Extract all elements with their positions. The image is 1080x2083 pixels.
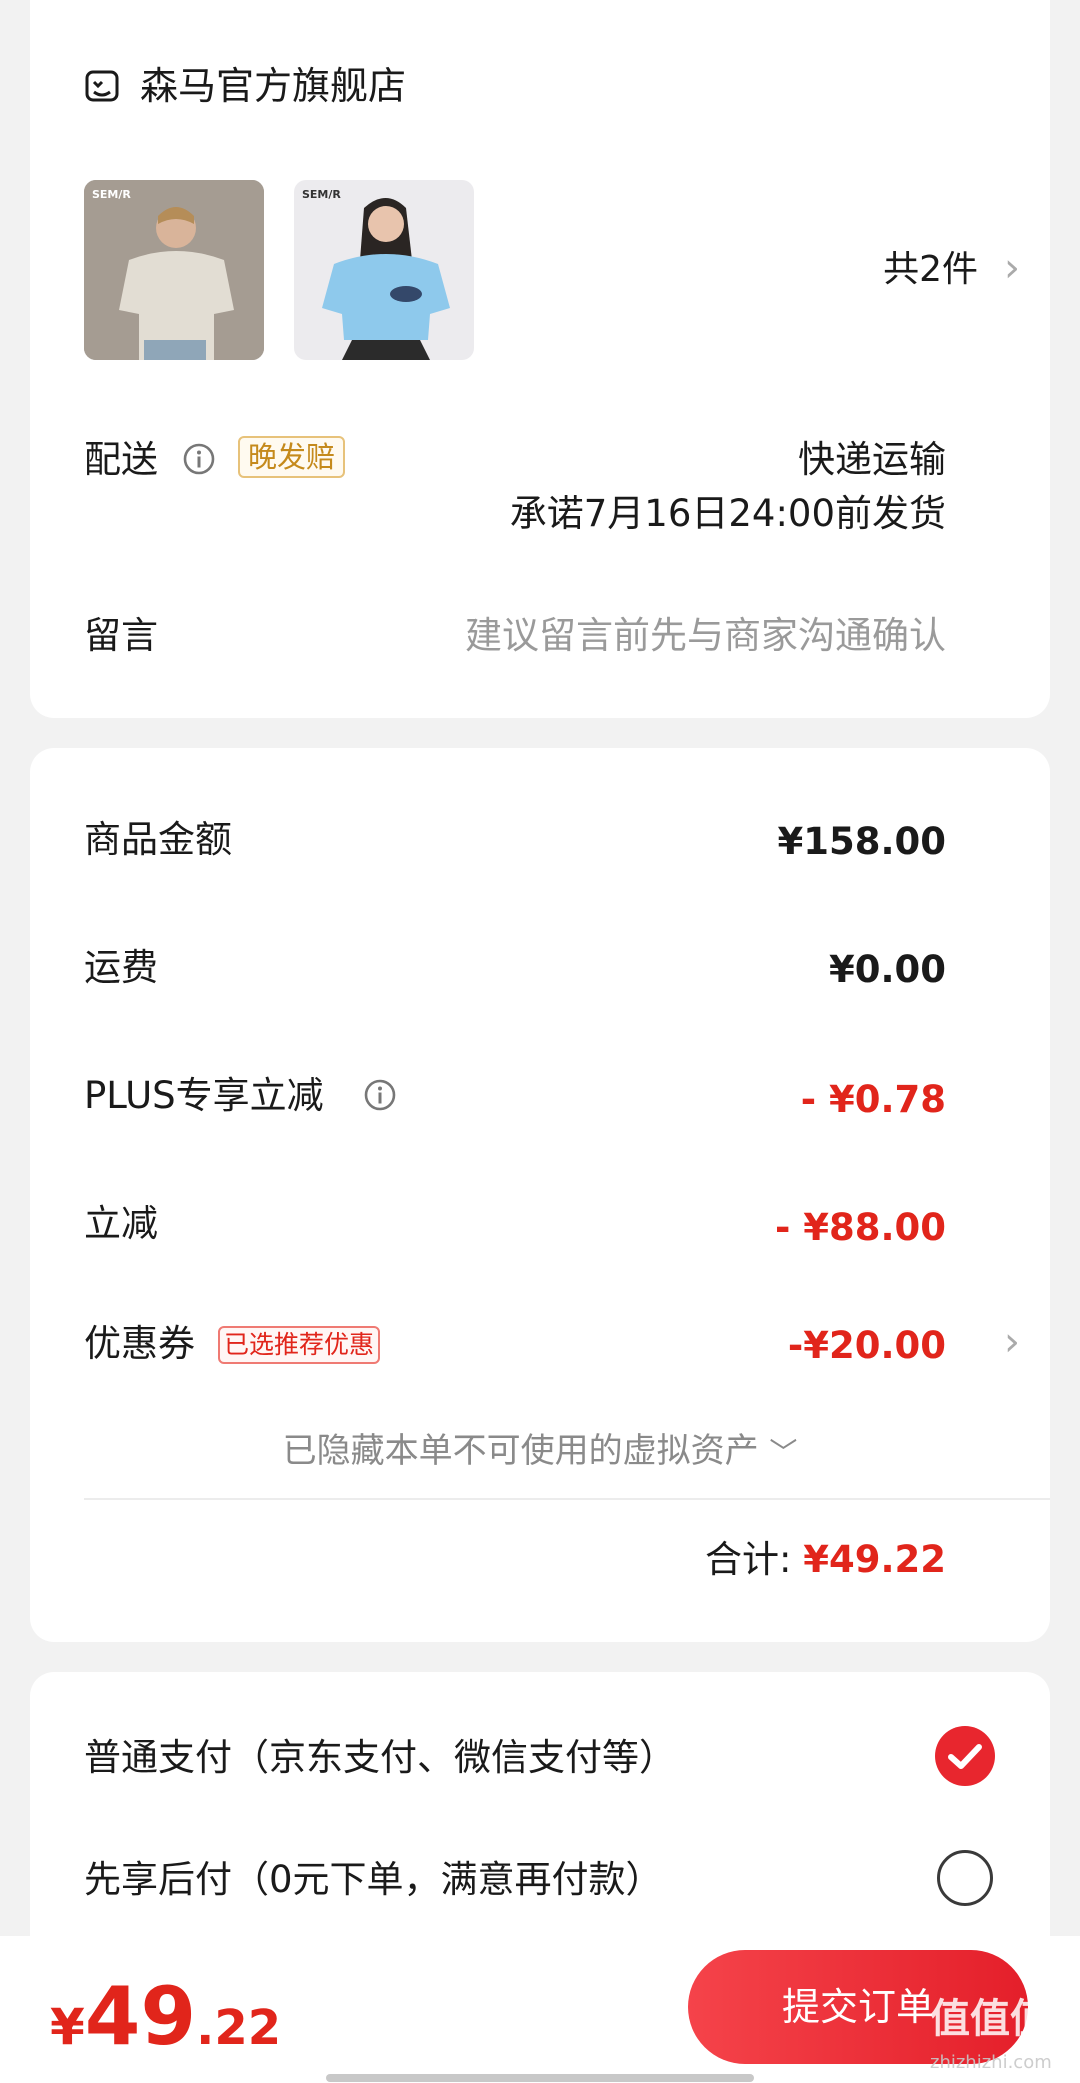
total-row: 合计: ¥49.22	[705, 1536, 946, 1584]
home-indicator[interactable]	[326, 2074, 754, 2082]
delivery-promise: 承诺7月16日24:00前发货	[509, 492, 946, 535]
check-icon	[948, 1744, 982, 1769]
coupon-badge: 已选推荐优惠	[218, 1326, 381, 1364]
message-label: 留言	[84, 614, 158, 657]
info-icon[interactable]	[363, 1078, 397, 1112]
total-integer: 49	[84, 1970, 197, 2063]
item-count[interactable]: 共2件	[883, 246, 978, 294]
coupon-label: 优惠券	[84, 1322, 195, 1365]
late-delivery-badge[interactable]: 晚发赔	[238, 436, 346, 478]
info-icon[interactable]	[182, 442, 216, 476]
watermark: 值值值	[930, 1996, 1050, 2042]
total-decimal: .22	[196, 2000, 282, 2056]
chevron-right-icon[interactable]: ›	[1004, 1318, 1020, 1366]
payment-radio-selected[interactable]	[935, 1726, 995, 1786]
hidden-assets-toggle[interactable]: 已隐藏本单不可使用的虚拟资产 ﹀	[0, 1428, 1080, 1476]
bottom-total: ¥49.22	[50, 1970, 281, 2063]
payment-radio-unselected[interactable]	[937, 1850, 993, 1906]
message-input[interactable]: 建议留言前先与商家沟通确认	[465, 612, 946, 660]
price-card	[30, 748, 1050, 1642]
watermark-url: zhizhizhi.com	[930, 2052, 1052, 2073]
payment-option-later[interactable]: 先享后付（0元下单，满意再付款）	[84, 1856, 663, 1904]
chevron-right-icon[interactable]: ›	[1004, 244, 1020, 292]
product-thumbnail-1[interactable]: SEM/R	[84, 180, 264, 360]
plus-discount-label: PLUS专享立减	[84, 1074, 324, 1117]
coupon-value[interactable]: -¥20.00	[788, 1322, 946, 1370]
delivery-label: 配送	[84, 438, 158, 481]
instant-discount-label: 立减	[84, 1202, 158, 1245]
brand-mark: SEM/R	[302, 188, 341, 201]
divider	[84, 1498, 1050, 1500]
payment-option-normal[interactable]: 普通支付（京东支付、微信支付等）	[84, 1734, 676, 1782]
goods-amount-value: ¥158.00	[777, 820, 946, 863]
product-thumbnail-2[interactable]: SEM/R	[294, 180, 474, 360]
chevron-down-icon: ﹀	[769, 1436, 798, 1469]
instant-discount-value: - ¥88.00	[774, 1206, 946, 1249]
brand-mark: SEM/R	[92, 188, 131, 201]
payment-card	[30, 1672, 1050, 1972]
goods-amount-label: 商品金额	[84, 818, 232, 861]
total-label: 合计:	[704, 1538, 792, 1581]
shipping-label: 运费	[84, 946, 158, 989]
shipping-value: ¥0.00	[828, 948, 946, 991]
plus-discount-value: - ¥0.78	[800, 1078, 946, 1121]
delivery-method[interactable]: 快递运输	[798, 436, 946, 484]
currency-symbol: ¥	[50, 1998, 85, 2056]
total-value: ¥49.22	[803, 1538, 946, 1581]
store-name[interactable]: 森马官方旗舰店	[140, 62, 406, 110]
hidden-assets-text: 已隐藏本单不可使用的虚拟资产	[282, 1431, 759, 1471]
store-icon	[85, 70, 119, 102]
